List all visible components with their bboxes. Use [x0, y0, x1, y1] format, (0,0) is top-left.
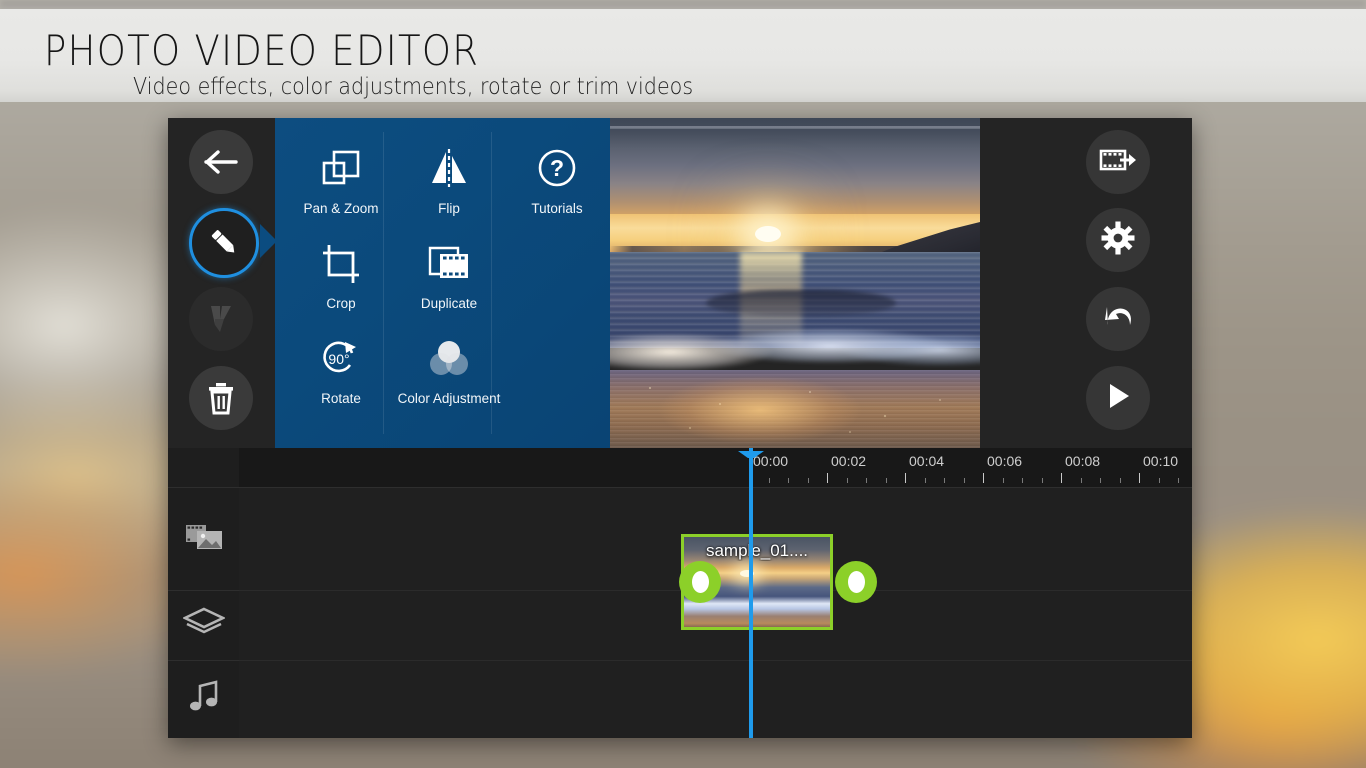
crop-icon	[287, 233, 395, 295]
gutter-spacer	[168, 448, 239, 488]
ruler-tick-minor	[768, 478, 770, 483]
ruler-tick-major	[1061, 473, 1062, 483]
track-lane-layers[interactable]	[239, 590, 1192, 661]
ruler-time-label: 00:06	[987, 453, 1023, 469]
ruler-tick-major	[983, 473, 984, 483]
preview-sand-sparkle	[610, 370, 980, 448]
music-note-icon	[187, 679, 221, 719]
ruler-time-label: 00:04	[909, 453, 945, 469]
ruler-time-label: 00:00	[753, 453, 789, 469]
page-title: PHOTO VIDEO EDITOR	[44, 26, 480, 75]
tool-label: Color Adjustment	[397, 391, 501, 406]
video-preview[interactable]	[610, 118, 980, 448]
duplicate-film-icon	[395, 233, 503, 295]
ruler-tick-minor	[1158, 478, 1160, 483]
export-button[interactable]	[1086, 130, 1150, 194]
delete-button[interactable]	[189, 366, 253, 430]
editor-top-area: Pan & Zoom Flip ? Tutorials Crop Duplica…	[168, 118, 1192, 448]
pencil-icon	[207, 226, 241, 260]
ruler-tick-minor	[1002, 478, 1004, 483]
clip-label: sample_01....	[705, 541, 809, 560]
back-arrow-icon	[203, 147, 239, 177]
tool-color-adjustment[interactable]: Color Adjustment	[379, 328, 519, 406]
color-circles-icon	[379, 328, 519, 390]
play-icon	[1102, 380, 1134, 417]
ruler-tick-major	[1139, 473, 1140, 483]
ruler-tick-minor	[1080, 478, 1082, 483]
right-toolbar	[980, 118, 1192, 448]
track-lane-media[interactable]: sample_01....	[239, 487, 1192, 630]
ruler-tick-minor	[866, 478, 867, 483]
gear-icon	[1101, 221, 1135, 260]
export-film-icon	[1098, 145, 1138, 180]
ruler-tick-minor	[807, 478, 809, 483]
page-subtitle: Video effects, color adjustments, rotate…	[133, 74, 694, 100]
edit-tool-button[interactable]	[189, 208, 259, 278]
ruler-tick-minor	[1041, 478, 1043, 483]
ruler-tick-minor	[1100, 478, 1101, 483]
track-header-media[interactable]	[168, 487, 239, 591]
track-headers	[168, 448, 240, 738]
ruler-tick-minor	[788, 478, 789, 483]
ruler-tick-major	[905, 473, 906, 483]
tool-label: Pan & Zoom	[303, 201, 379, 216]
timeline: 00:0000:0200:0400:0600:0800:1000:1200:14…	[168, 448, 1192, 738]
trash-icon	[206, 381, 236, 415]
tool-flip[interactable]: Flip	[395, 138, 503, 216]
undo-arrow-icon	[1101, 301, 1135, 338]
tool-label: Tutorials	[531, 201, 583, 216]
play-button[interactable]	[1086, 366, 1150, 430]
tool-label: Flip	[438, 201, 460, 216]
tool-tutorials[interactable]: ? Tutorials	[503, 138, 611, 216]
settings-button[interactable]	[1086, 208, 1150, 272]
tool-duplicate[interactable]: Duplicate	[395, 233, 503, 311]
tool-pan-zoom[interactable]: Pan & Zoom	[287, 138, 395, 216]
ruler-tick-minor	[944, 478, 945, 483]
app-screenshot: PHOTO VIDEO EDITOR Video effects, color …	[0, 0, 1366, 768]
preview-sun	[755, 226, 781, 242]
ruler-tick-major	[827, 473, 828, 483]
ruler-tick-minor	[846, 478, 848, 483]
ruler-tick-minor	[924, 478, 926, 483]
pan-zoom-icon	[287, 138, 395, 200]
preview-wave-swell	[706, 290, 896, 316]
media-photo-icon	[184, 520, 224, 557]
ruler-tick-minor	[1022, 478, 1023, 483]
svg-text:?: ?	[550, 155, 564, 181]
track-lanes: 00:0000:0200:0400:0600:0800:1000:1200:14…	[239, 448, 1192, 738]
flip-icon	[395, 138, 503, 200]
tool-label: Crop	[326, 296, 356, 311]
effects-tool-button[interactable]	[189, 287, 253, 351]
track-header-audio[interactable]	[168, 660, 239, 738]
ruler-tick-minor	[963, 478, 965, 483]
undo-button[interactable]	[1086, 287, 1150, 351]
ruler-time-label: 00:02	[831, 453, 867, 469]
back-button[interactable]	[189, 130, 253, 194]
time-ruler[interactable]: 00:0000:0200:0400:0600:0800:1000:1200:14…	[239, 448, 1192, 488]
track-header-layers[interactable]	[168, 590, 239, 661]
question-mark-icon: ?	[503, 138, 611, 200]
editor-window: Pan & Zoom Flip ? Tutorials Crop Duplica…	[168, 118, 1192, 738]
ruler-tick-minor	[1178, 478, 1179, 483]
left-toolbar	[168, 118, 277, 448]
ruler-time-label: 00:10	[1143, 453, 1179, 469]
layers-icon	[181, 607, 226, 644]
tool-grid-panel: Pan & Zoom Flip ? Tutorials Crop Duplica…	[275, 118, 610, 448]
track-lane-audio[interactable]	[239, 660, 1192, 738]
ruler-tick-minor	[885, 478, 887, 483]
ruler-time-label: 00:08	[1065, 453, 1101, 469]
magic-wand-icon	[206, 303, 236, 335]
ruler-tick-minor	[1119, 478, 1121, 483]
svg-text:90°: 90°	[328, 351, 349, 367]
tool-label: Duplicate	[420, 296, 478, 311]
promo-header: PHOTO VIDEO EDITOR Video effects, color …	[0, 9, 1366, 102]
preview-clouds	[610, 126, 980, 216]
playhead[interactable]	[738, 448, 764, 738]
tool-crop[interactable]: Crop	[287, 233, 395, 311]
